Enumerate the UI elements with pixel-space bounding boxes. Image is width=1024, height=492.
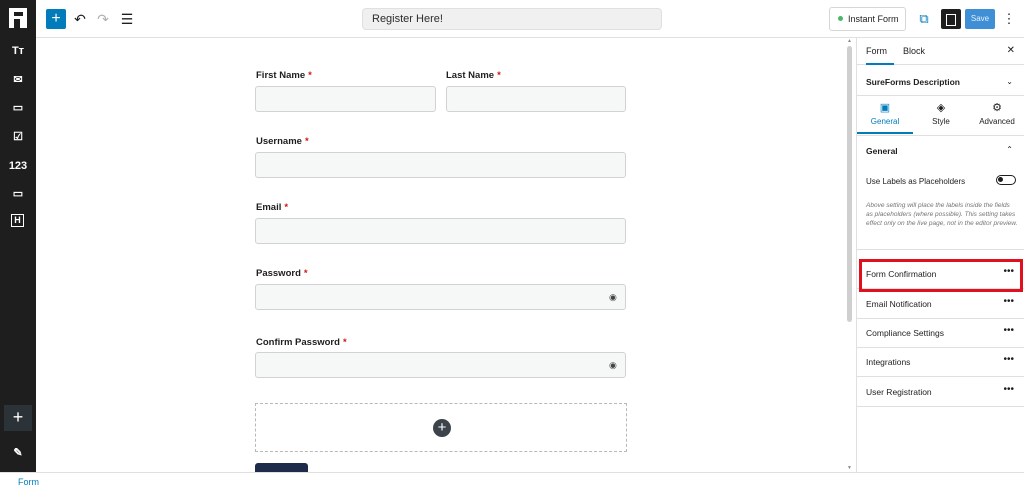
block-inserter-sidebar: Tт ✉ ▭ ☑ 123 ▭ H + ✎	[0, 0, 36, 472]
document-title[interactable]: Register Here!	[362, 8, 662, 30]
undo-icon[interactable]: ↶	[70, 9, 90, 29]
chevron-up-icon[interactable]: ⌃	[1006, 145, 1013, 154]
scrollbar-thumb[interactable]	[847, 46, 852, 322]
tab-block[interactable]: Block	[903, 38, 925, 65]
paint-bucket-icon: ◈	[936, 102, 946, 114]
email-icon[interactable]: ✉	[8, 71, 28, 89]
highlight-box	[859, 259, 1023, 292]
scroll-down-icon[interactable]: ▼	[846, 465, 853, 471]
settings-subtabs: ▣ General ◈ Style ⚙ Advanced	[857, 96, 1024, 136]
pencil-icon[interactable]: ✎	[8, 444, 28, 462]
heading-icon[interactable]: Tт	[8, 42, 28, 60]
more-horizontal-icon[interactable]: •••	[1003, 384, 1014, 395]
user-registration-row[interactable]: User Registration •••	[857, 378, 1024, 407]
confirm-password-label: Confirm Password *	[256, 337, 347, 348]
redo-icon[interactable]: ↷	[93, 9, 113, 29]
breadcrumb-bar: Form	[0, 472, 1024, 492]
more-horizontal-icon[interactable]: •••	[1003, 296, 1014, 307]
user-registration-label: User Registration	[866, 387, 932, 397]
save-button[interactable]: Save	[965, 9, 995, 29]
subtab-advanced[interactable]: ⚙ Advanced	[969, 96, 1024, 134]
external-link-icon[interactable]: ⧉	[914, 9, 934, 29]
general-title: General	[866, 146, 898, 156]
first-name-label: First Name *	[256, 70, 312, 81]
number-icon[interactable]: 123	[8, 157, 28, 175]
editor-toolbar: + ↶ ↷ ☰ Register Here! Instant Form ⧉ Sa…	[36, 0, 1024, 38]
username-input[interactable]	[255, 152, 626, 178]
instant-form-label: Instant Form	[848, 14, 899, 24]
labels-as-placeholders-label: Use Labels as Placeholders	[866, 177, 966, 186]
integrations-label: Integrations	[866, 357, 911, 367]
dropdown-icon[interactable]: ▭	[8, 185, 28, 203]
email-input[interactable]	[255, 218, 626, 244]
last-name-input[interactable]	[446, 86, 626, 112]
close-icon[interactable]: ✕	[1007, 38, 1015, 65]
instant-form-button[interactable]: Instant Form	[829, 7, 906, 31]
integrations-row[interactable]: Integrations •••	[857, 348, 1024, 377]
description-title: SureForms Description	[866, 77, 960, 87]
status-dot-icon	[838, 16, 843, 21]
subtab-style-label: Style	[932, 117, 950, 126]
help-text: Above setting will place the labels insi…	[866, 202, 1018, 227]
more-horizontal-icon[interactable]: •••	[1003, 325, 1014, 336]
email-notification-row[interactable]: Email Notification •••	[857, 290, 1024, 319]
gear-icon: ⚙	[992, 102, 1002, 114]
block-inserter-toggle[interactable]: +	[46, 9, 66, 29]
tab-form[interactable]: Form	[866, 38, 894, 65]
sureforms-logo[interactable]	[9, 8, 27, 28]
eye-icon[interactable]: ◉	[609, 360, 619, 370]
plus-circle-icon[interactable]: +	[433, 419, 451, 437]
breadcrumb-form[interactable]: Form	[18, 477, 39, 487]
add-block-button[interactable]: +	[4, 405, 32, 431]
first-name-input[interactable]	[255, 86, 436, 112]
eye-icon[interactable]: ◉	[609, 292, 619, 302]
hidden-field-icon[interactable]: H	[11, 214, 24, 227]
email-label: Email *	[256, 202, 289, 213]
settings-tabs: Form Block ✕	[857, 38, 1024, 65]
textarea-icon[interactable]: ▭	[8, 99, 28, 117]
confirm-password-input[interactable]: ◉	[255, 352, 626, 378]
compliance-settings-row[interactable]: Compliance Settings •••	[857, 319, 1024, 348]
labels-as-placeholders-toggle[interactable]	[996, 175, 1016, 185]
editor-canvas: First Name * Last Name * Username * Email * …	[36, 38, 855, 472]
more-vertical-icon[interactable]: ⋮	[1001, 9, 1017, 29]
subtab-style[interactable]: ◈ Style	[913, 96, 969, 134]
last-name-label: Last Name *	[446, 70, 501, 81]
chevron-down-icon[interactable]: ⌄	[1006, 77, 1013, 86]
checkbox-icon[interactable]: ☑	[8, 128, 28, 146]
scroll-up-icon[interactable]: ▲	[846, 38, 853, 44]
subtab-general-label: General	[870, 117, 900, 126]
general-section: General ⌃	[857, 136, 1024, 250]
password-label: Password *	[256, 268, 308, 279]
password-input[interactable]: ◉	[255, 284, 626, 310]
description-section[interactable]: SureForms Description ⌄	[857, 66, 1024, 96]
username-label: Username *	[256, 136, 309, 147]
add-block-placeholder[interactable]: +	[255, 403, 627, 452]
compliance-settings-label: Compliance Settings	[866, 328, 944, 338]
list-view-icon[interactable]: ☰	[117, 9, 137, 29]
subtab-general[interactable]: ▣ General	[857, 96, 913, 134]
settings-sidebar: Form Block ✕ SureForms Description ⌄ ▣ G…	[856, 38, 1024, 472]
email-notification-label: Email Notification	[866, 299, 932, 309]
settings-panel-toggle[interactable]	[941, 9, 961, 29]
subtab-advanced-label: Advanced	[979, 117, 1015, 126]
more-horizontal-icon[interactable]: •••	[1003, 354, 1014, 365]
general-icon: ▣	[879, 102, 891, 114]
submit-button[interactable]	[255, 463, 308, 472]
